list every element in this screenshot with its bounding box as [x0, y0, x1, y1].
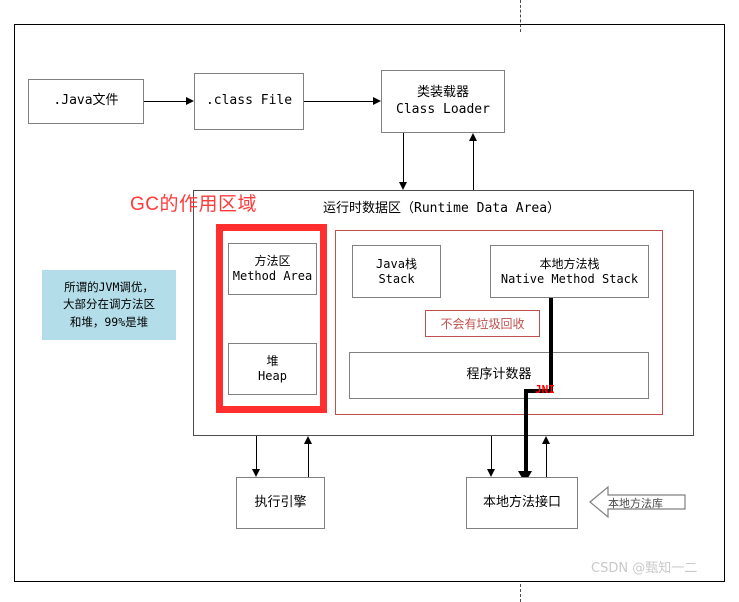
node-class-file: .class File [194, 73, 304, 130]
jni-connector-vertical-upper [549, 298, 553, 391]
arrow-runtime-to-loader-line [473, 141, 474, 190]
node-class-loader-line2: Class Loader [396, 101, 490, 117]
node-execution-engine-line1: 执行引擎 [254, 494, 307, 510]
arrow-engine-to-runtime-head [303, 436, 312, 444]
arrow-javafile-to-classfile-line [144, 101, 186, 102]
arrow-engine-to-runtime-line [308, 444, 309, 477]
arrow-nmi-to-runtime-head [541, 436, 550, 444]
node-heap-line1: 堆 [266, 354, 279, 368]
node-class-loader: 类装载器 Class Loader [381, 70, 505, 133]
node-native-method-interface-line1: 本地方法接口 [482, 494, 561, 510]
arrow-classfile-to-loader-line [304, 101, 373, 102]
node-native-method-stack: 本地方法栈 Native Method Stack [490, 245, 649, 298]
arrow-classfile-to-loader-head [373, 97, 381, 105]
arrow-loader-to-runtime-line [403, 133, 404, 182]
node-class-file-line1: .class File [205, 93, 293, 109]
watermark: CSDN @甄知一二 [591, 561, 698, 576]
gc-region-label: GC的作用区域 [130, 194, 258, 215]
node-method-area: 方法区 Method Area [228, 243, 317, 295]
jvm-tuning-note-line1: 所谓的JVM调优， [64, 280, 154, 295]
runtime-data-area-label: 运行时数据区（Runtime Data Area） [323, 201, 561, 216]
jvm-tuning-note-line2: 大部分在调方法区 [63, 297, 155, 312]
node-heap: 堆 Heap [228, 343, 317, 395]
node-heap-line2: Heap [258, 369, 287, 383]
jvm-tuning-note: 所谓的JVM调优， 大部分在调方法区 和堆，99%是堆 [42, 270, 176, 340]
arrow-runtime-to-nmi-head [486, 469, 495, 477]
node-native-method-stack-line1: 本地方法栈 [539, 256, 600, 271]
jvm-tuning-note-line3: 和堆，99%是堆 [69, 314, 149, 329]
no-garbage-collection-label: 不会有垃圾回收 [440, 317, 525, 331]
jni-connector-vertical-lower [524, 389, 528, 475]
node-program-counter: 程序计数器 [349, 352, 649, 399]
jvm-architecture-diagram: .Java文件 .class File 类装载器 Class Loader 运行… [0, 0, 739, 602]
node-class-loader-line1: 类装载器 [416, 85, 469, 101]
arrow-runtime-to-engine-line [256, 436, 257, 469]
native-method-library-label: 本地方法库 [608, 497, 663, 510]
arrow-runtime-to-nmi-line [491, 436, 492, 469]
node-java-stack: Java栈 Stack [352, 245, 441, 298]
node-native-method-interface: 本地方法接口 [466, 477, 578, 529]
arrow-runtime-to-loader-head [468, 133, 477, 141]
node-method-area-line2: Method Area [232, 269, 313, 283]
arrow-javafile-to-classfile-head [186, 97, 194, 105]
node-java-stack-line2: Stack [378, 271, 415, 286]
node-native-method-stack-line2: Native Method Stack [500, 271, 639, 286]
arrow-nmi-to-runtime-line [546, 444, 547, 477]
node-java-stack-line1: Java栈 [376, 256, 417, 271]
node-java-file: .Java文件 [28, 79, 144, 124]
node-java-file-line1: .Java文件 [53, 93, 119, 109]
jni-label: JNI [535, 383, 555, 396]
node-execution-engine: 执行引擎 [236, 477, 325, 529]
node-program-counter-line1: 程序计数器 [466, 367, 532, 383]
arrow-loader-to-runtime-head [398, 182, 407, 190]
node-method-area-line1: 方法区 [254, 254, 291, 268]
arrow-runtime-to-engine-head [251, 469, 260, 477]
dashed-guide-bottom [520, 584, 521, 602]
no-garbage-collection-badge: 不会有垃圾回收 [425, 310, 540, 337]
